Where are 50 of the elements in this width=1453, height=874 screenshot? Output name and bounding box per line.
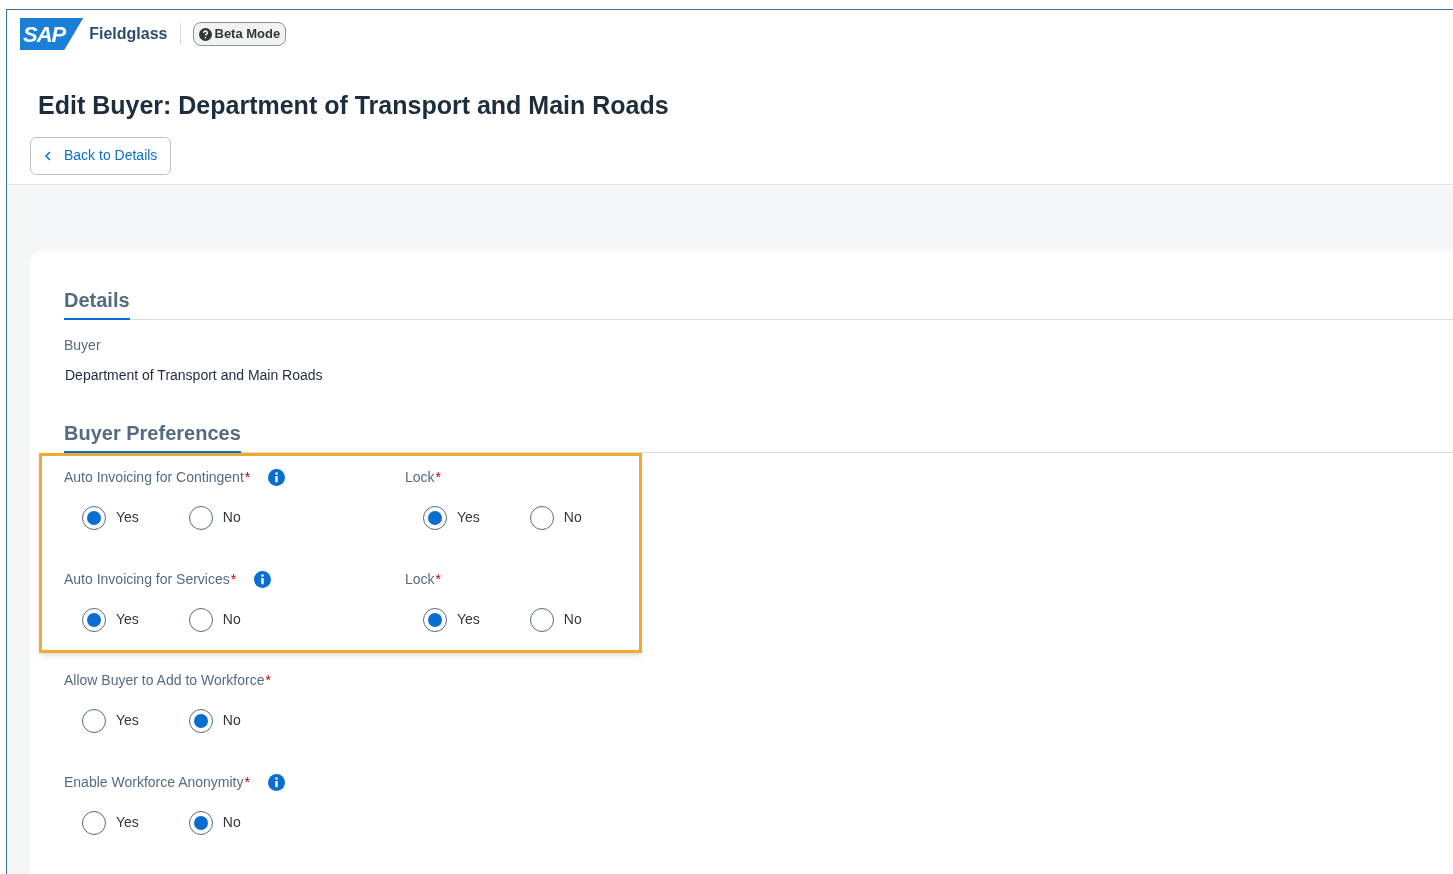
radio-label: No [222,508,241,527]
radio-button[interactable] [188,607,213,632]
radio-button[interactable] [82,810,106,835]
radio-label: Yes [116,711,139,730]
radio-label: Yes [457,610,480,629]
radio-label: No [563,508,582,527]
radio-label: No [222,813,241,832]
field-label: Lock [405,468,435,487]
radio-label: Yes [116,813,139,832]
product-name: Fieldglass [89,24,168,44]
required-mark: * [435,468,442,487]
required-mark: * [244,468,251,487]
radio-label: No [563,610,582,629]
field-label: Enable Workforce Anonymity [64,773,244,792]
radio-label: No [222,711,241,730]
required-mark: * [230,570,237,589]
field-label: Buyer [64,335,102,355]
section-heading: Buyer Preferences [64,417,241,453]
radio-button[interactable] [423,607,447,632]
field-label: Auto Invoicing for Services [64,570,230,589]
radio-button[interactable] [529,607,554,632]
required-mark: * [265,671,271,690]
radio-button[interactable] [82,607,106,632]
field-label: Allow Buyer to Add to Workforce [64,671,265,690]
radio-label: Yes [116,610,139,629]
radio-label: Yes [116,508,139,527]
radio-label: Yes [457,508,480,527]
back-button[interactable]: Back to Details [30,136,172,175]
radio-button[interactable] [82,505,106,530]
field-value: Department of Transport and Main Roads [65,365,324,385]
info-icon[interactable] [267,774,285,791]
required-mark: * [435,570,442,589]
section-heading: Details [64,284,130,320]
radio-button[interactable] [529,505,554,530]
page-title: Edit Buyer: Department of Transport and Main Roads [38,90,670,121]
info-icon[interactable] [268,469,286,486]
radio-button[interactable] [423,505,447,530]
field-label: Lock [405,570,435,589]
radio-button[interactable] [188,708,213,733]
logo[interactable]: SAP [20,18,84,50]
radio-button[interactable] [188,505,213,530]
radio-button[interactable] [188,810,213,835]
field-label: Auto Invoicing for Contingent [64,468,244,487]
info-icon[interactable] [254,571,272,588]
radio-label: No [222,610,241,629]
beta-mode-badge[interactable]: Beta Mode [192,22,287,46]
chevron-left-icon [44,150,52,161]
radio-button[interactable] [82,708,106,733]
required-mark: * [244,773,250,792]
help-icon [198,27,212,41]
